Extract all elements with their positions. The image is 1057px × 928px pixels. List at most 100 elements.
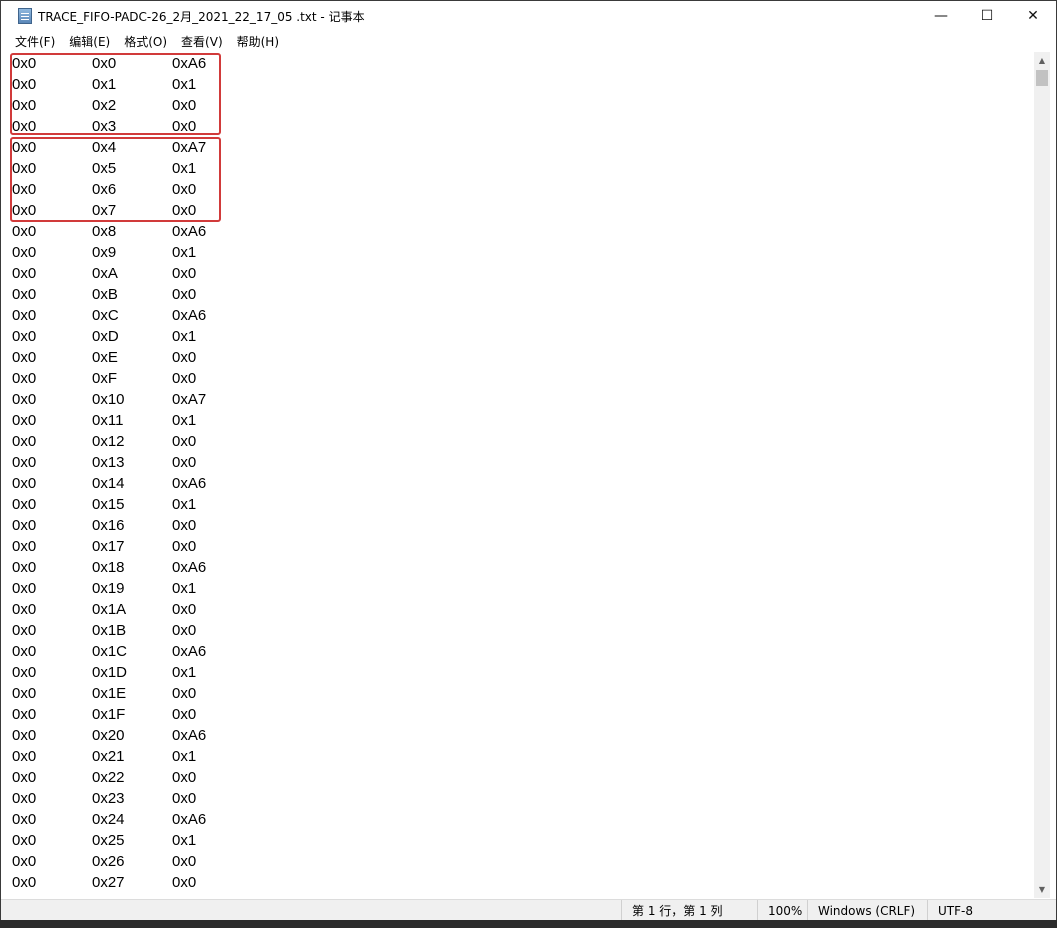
column-3-value: 0x1	[172, 244, 197, 261]
column-1-value: 0x0	[12, 412, 37, 429]
column-1-value: 0x0	[12, 328, 37, 345]
column-1-value: 0x0	[12, 76, 37, 93]
column-3-value: 0x0	[172, 538, 197, 555]
column-1-value: 0x0	[12, 706, 37, 723]
column-3-value: 0x0	[172, 454, 197, 471]
column-3-value: 0x0	[172, 181, 197, 198]
column-1-value: 0x0	[12, 181, 37, 198]
scroll-up-icon[interactable]: ▲	[1034, 52, 1050, 69]
column-1-value: 0x0	[12, 202, 37, 219]
column-3-value: 0x0	[172, 685, 197, 702]
menu-view[interactable]: 查看(V)	[174, 33, 230, 50]
encoding: UTF-8	[927, 900, 1056, 922]
column-1-value: 0x0	[12, 160, 37, 177]
column-3-value: 0x0	[172, 370, 197, 387]
column-2-value: 0x1E	[92, 685, 127, 702]
notepad-window: TRACE_FIFO-PADC-26_2月_2021_22_17_05 .txt…	[0, 0, 1057, 928]
column-1-value: 0x0	[12, 496, 37, 513]
column-3-value: 0x1	[172, 412, 197, 429]
text-editor-area[interactable]: 0x0 0x0 0xA6 0x0 0x1 0x1 0x0 0x2 0x0 0x0 0x3 0x0 0x0…	[9, 52, 1033, 898]
close-button[interactable]: ✕	[1010, 1, 1056, 31]
column-3-value: 0x0	[172, 118, 197, 135]
column-2-value: 0x22	[92, 769, 125, 786]
column-3-value: 0x1	[172, 748, 197, 765]
column-3-value: 0x0	[172, 874, 197, 891]
column-3-value: 0xA6	[172, 559, 207, 576]
column-2-value: 0xD	[92, 328, 119, 345]
column-3-value: 0x0	[172, 790, 197, 807]
column-1-value: 0x0	[12, 244, 37, 261]
column-2-value: 0x13	[92, 454, 125, 471]
column-1-value: 0x0	[12, 559, 37, 576]
column-1-value: 0x0	[12, 265, 37, 282]
scroll-down-icon[interactable]: ▼	[1034, 881, 1050, 898]
column-2-value: 0x1A	[92, 601, 127, 618]
column-3-value: 0x0	[172, 769, 197, 786]
title-bar[interactable]: TRACE_FIFO-PADC-26_2月_2021_22_17_05 .txt…	[1, 1, 1056, 31]
column-1-value: 0x0	[12, 370, 37, 387]
column-1-value: 0x0	[12, 286, 37, 303]
status-bar: 第 1 行，第 1 列 100% Windows (CRLF) UTF-8	[1, 899, 1056, 922]
scroll-thumb[interactable]	[1036, 70, 1048, 86]
column-2-value: 0xC	[92, 307, 119, 324]
column-3-value: 0xA6	[172, 307, 207, 324]
column-1-value: 0x0	[12, 97, 37, 114]
column-2-value: 0x2	[92, 97, 117, 114]
column-3-value: 0xA6	[172, 223, 207, 240]
menu-bar: 文件(F) 编辑(E) 格式(O) 查看(V) 帮助(H)	[1, 31, 1056, 51]
column-2-value: 0x1	[92, 76, 117, 93]
column-1-value: 0x0	[12, 538, 37, 555]
window-title: TRACE_FIFO-PADC-26_2月_2021_22_17_05 .txt…	[38, 9, 365, 24]
column-2-value: 0x9	[92, 244, 117, 261]
column-1-value: 0x0	[12, 349, 37, 366]
column-3-value: 0x1	[172, 832, 197, 849]
column-2-value: 0xF	[92, 370, 118, 387]
column-1-value: 0x0	[12, 622, 37, 639]
column-1-value: 0x0	[12, 391, 37, 408]
column-2-value: 0xA	[92, 265, 118, 282]
column-2-value: 0x8	[92, 223, 117, 240]
maximize-button[interactable]: ☐	[964, 1, 1010, 31]
column-1-value: 0x0	[12, 832, 37, 849]
column-3-value: 0xA6	[172, 727, 207, 744]
column-3-value: 0x0	[172, 265, 197, 282]
column-3-value: 0x0	[172, 349, 197, 366]
zoom-level: 100%	[757, 900, 807, 922]
column-2-value: 0x20	[92, 727, 125, 744]
line-ending: Windows (CRLF)	[807, 900, 927, 922]
column-2-value: 0x27	[92, 874, 125, 891]
column-2-value: 0x11	[92, 412, 124, 429]
column-2-value: 0xB	[92, 286, 118, 303]
column-3-value: 0xA6	[172, 643, 207, 660]
column-2-value: 0x18	[92, 559, 125, 576]
column-3-value: 0x0	[172, 97, 197, 114]
column-2-value: 0x19	[92, 580, 125, 597]
column-1-value: 0x0	[12, 601, 37, 618]
column-3-value: 0x1	[172, 160, 197, 177]
column-3-value: 0xA6	[172, 55, 207, 72]
vertical-scrollbar[interactable]: ▲ ▼	[1034, 52, 1050, 898]
column-1-value: 0x0	[12, 643, 37, 660]
column-1-value: 0x0	[12, 685, 37, 702]
menu-help[interactable]: 帮助(H)	[230, 33, 286, 50]
column-2-value: 0x5	[92, 160, 117, 177]
column-2-value: 0x10	[92, 391, 125, 408]
column-1-value: 0x0	[12, 748, 37, 765]
menu-format[interactable]: 格式(O)	[117, 33, 174, 50]
column-2-value: 0x16	[92, 517, 125, 534]
column-1-value: 0x0	[12, 790, 37, 807]
column-2-value: 0x3	[92, 118, 117, 135]
cursor-position: 第 1 行，第 1 列	[621, 900, 757, 922]
column-1-value: 0x0	[12, 475, 37, 492]
column-2-value: 0x23	[92, 790, 125, 807]
menu-file[interactable]: 文件(F)	[1, 33, 62, 50]
column-3-value: 0xA6	[172, 475, 207, 492]
column-3-value: 0x1	[172, 76, 197, 93]
column-2-value: 0x0	[92, 55, 117, 72]
minimize-button[interactable]: —	[918, 1, 964, 31]
column-1-value: 0x0	[12, 454, 37, 471]
column-2-value: 0x17	[92, 538, 125, 555]
column-3-value: 0xA7	[172, 139, 207, 156]
column-3-value: 0xA6	[172, 811, 207, 828]
menu-edit[interactable]: 编辑(E)	[62, 33, 117, 50]
